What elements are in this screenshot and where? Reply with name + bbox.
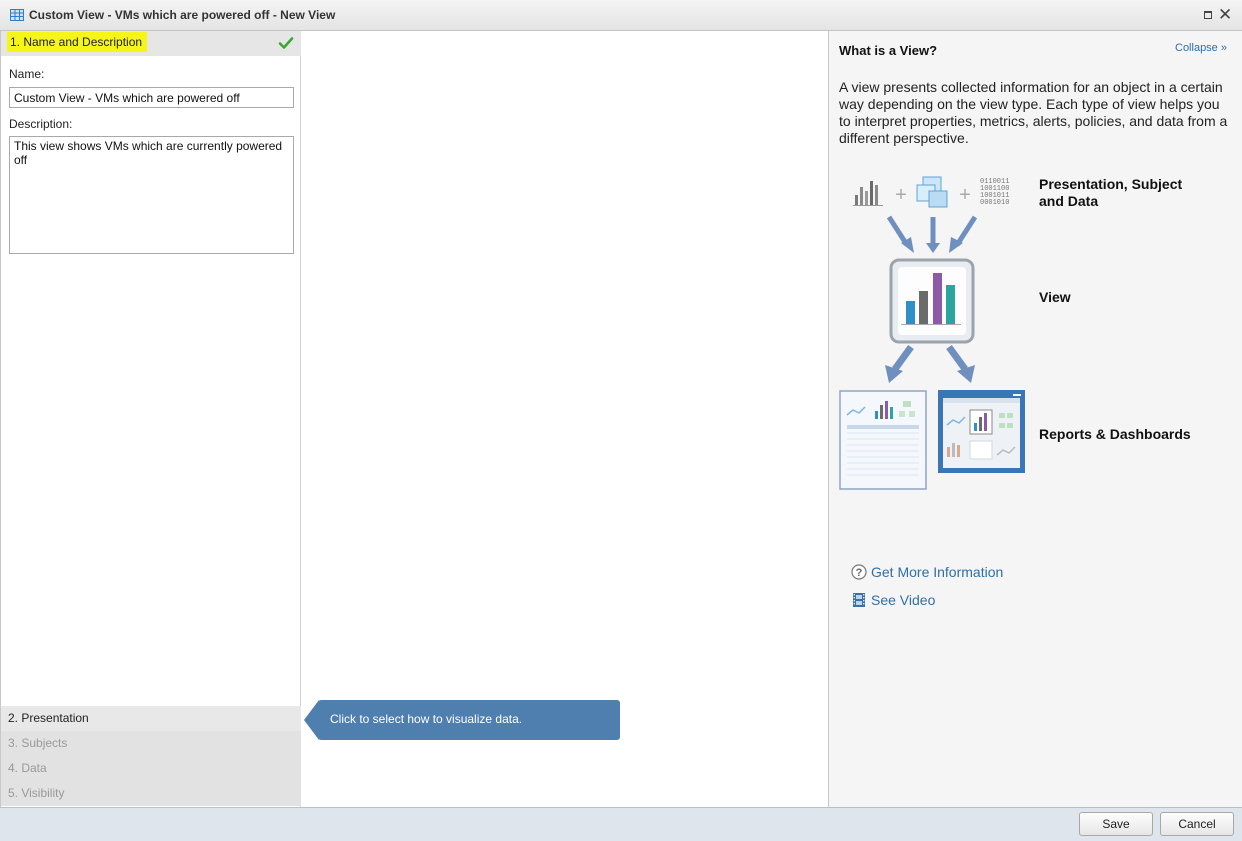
step-content-area: Click to select how to visualize data. bbox=[302, 31, 828, 807]
get-more-information-label: Get More Information bbox=[871, 564, 1004, 580]
table-grid-icon bbox=[10, 9, 24, 21]
svg-text:?: ? bbox=[856, 567, 863, 579]
double-chevron-right-icon: » bbox=[1220, 42, 1227, 54]
dialog-footer: Save Cancel bbox=[0, 807, 1242, 841]
help-panel: What is a View? Collapse » A view presen… bbox=[828, 31, 1242, 807]
window-title: Custom View - VMs which are powered off … bbox=[29, 8, 336, 22]
close-icon[interactable]: ✕ bbox=[1218, 6, 1232, 24]
svg-text:0001010: 0001010 bbox=[980, 199, 1009, 207]
name-label: Name: bbox=[9, 67, 45, 81]
arrows-out bbox=[885, 344, 975, 383]
objects-icon bbox=[916, 176, 948, 208]
svg-text:+: + bbox=[895, 184, 907, 206]
arrows-down bbox=[886, 215, 978, 253]
view-chart-icon bbox=[889, 258, 975, 344]
name-input[interactable] bbox=[9, 87, 294, 108]
maximize-icon[interactable] bbox=[1204, 11, 1212, 19]
collapse-link[interactable]: Collapse » bbox=[1175, 42, 1227, 54]
step-presentation[interactable]: 2. Presentation bbox=[1, 706, 301, 731]
report-icon bbox=[839, 390, 927, 490]
description-textarea[interactable]: This view shows VMs which are currently … bbox=[9, 136, 294, 254]
help-title: What is a View? bbox=[839, 43, 938, 58]
svg-text:+: + bbox=[959, 184, 971, 206]
binary-data-icon: 0110011 1001100 1001011 0001010 bbox=[980, 178, 1009, 207]
presentation-tooltip: Click to select how to visualize data. bbox=[318, 700, 620, 740]
step-label: 1. Name and Description bbox=[7, 32, 148, 52]
bar-chart-icon bbox=[853, 181, 883, 206]
tooltip-arrow bbox=[304, 700, 319, 740]
remaining-steps: 2. Presentation 3. Subjects 4. Data 5. V… bbox=[1, 706, 301, 806]
window-titlebar: Custom View - VMs which are powered off … bbox=[0, 0, 1242, 31]
step-data: 4. Data bbox=[8, 761, 47, 775]
help-description: A view presents collected information fo… bbox=[839, 79, 1228, 146]
question-circle-icon: ? bbox=[851, 564, 867, 580]
wizard-steps-panel: 1. Name and Description Name: Descriptio… bbox=[0, 31, 301, 807]
checkmark-icon bbox=[278, 37, 294, 49]
view-label: View bbox=[1039, 289, 1071, 305]
see-video-label: See Video bbox=[871, 592, 936, 608]
inputs-label: Presentation, Subject and Data bbox=[1039, 176, 1183, 209]
save-button[interactable]: Save bbox=[1079, 812, 1153, 836]
cancel-button[interactable]: Cancel bbox=[1160, 812, 1234, 836]
view-diagram: + + 0110011 1001100 1001011 0001010 Pres… bbox=[829, 161, 1242, 501]
step-name-and-description[interactable]: 1. Name and Description bbox=[1, 31, 301, 56]
view-diagram-illustration: + + 0110011 1001100 1001011 0001010 bbox=[839, 176, 1025, 490]
step-visibility: 5. Visibility bbox=[8, 786, 65, 800]
step-subjects: 3. Subjects bbox=[8, 736, 68, 750]
description-label: Description: bbox=[9, 117, 73, 131]
outputs-label: Reports & Dashboards bbox=[1039, 426, 1191, 442]
collapse-label: Collapse bbox=[1175, 42, 1218, 54]
dashboard-icon bbox=[938, 390, 1025, 473]
film-icon bbox=[853, 593, 865, 607]
